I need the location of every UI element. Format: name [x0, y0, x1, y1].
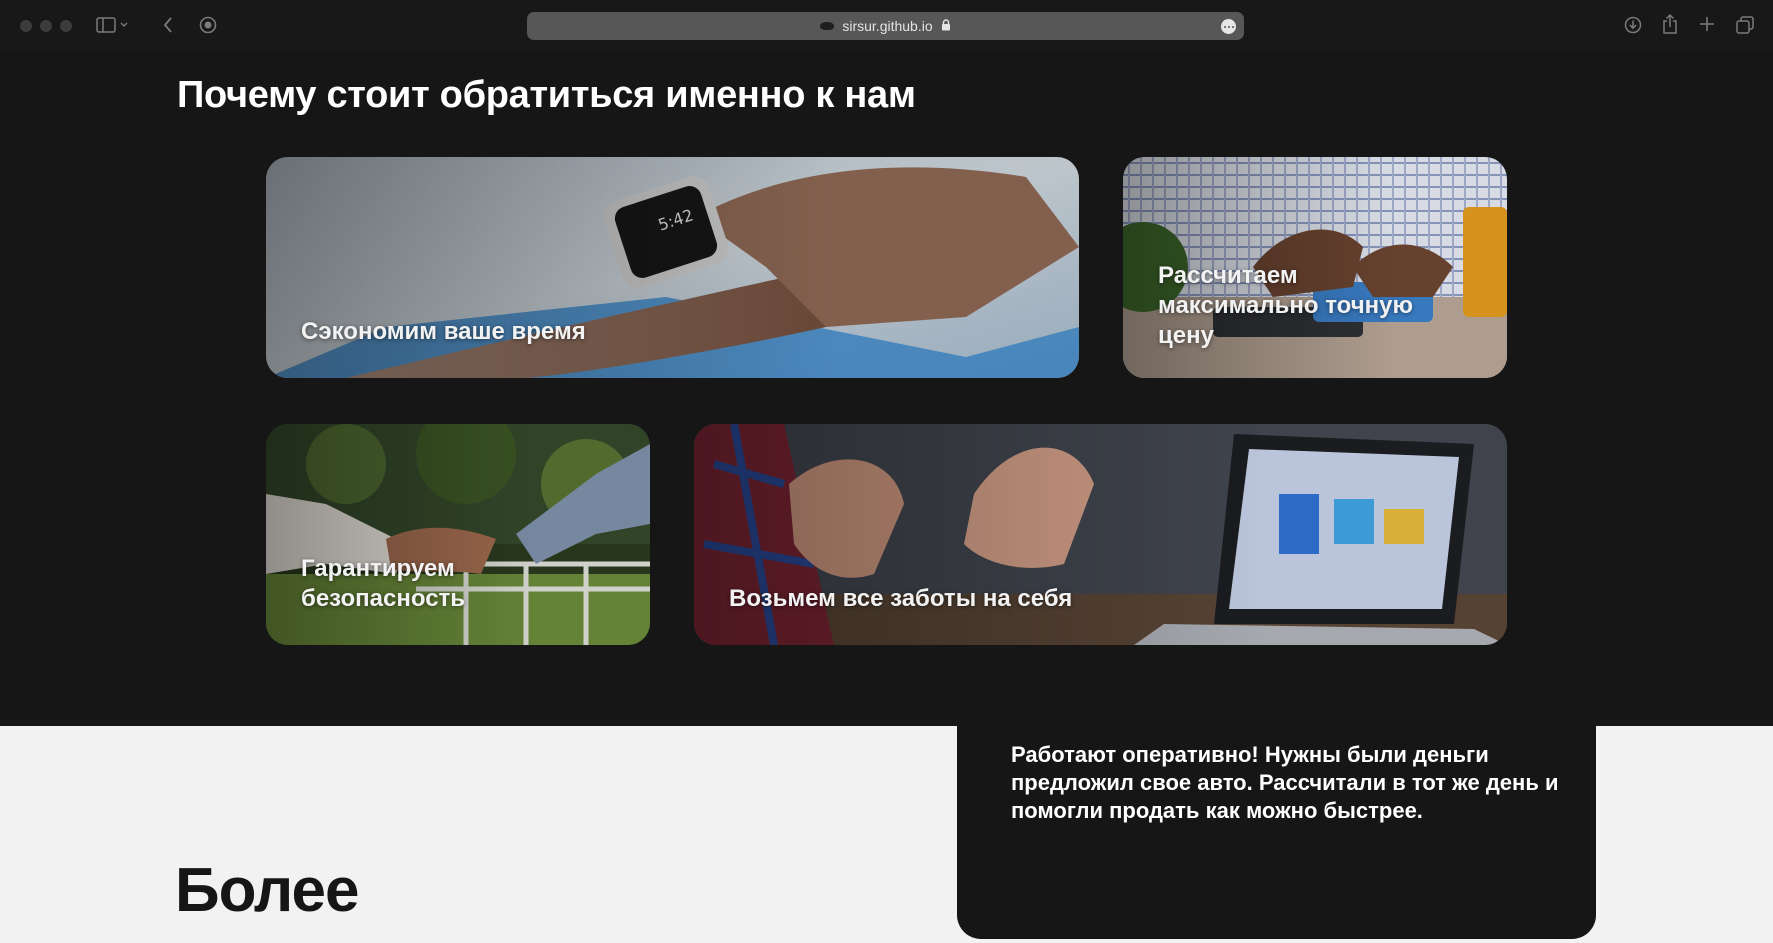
card-take-care[interactable]: Возьмем все заботы на себя — [694, 424, 1507, 645]
share-icon[interactable] — [1660, 13, 1680, 35]
minimize-window-button[interactable] — [40, 20, 52, 32]
section-title: Почему стоит обратиться именно к нам — [177, 74, 916, 116]
review-card: Работают оперативно! Нужны были деньги п… — [957, 726, 1596, 939]
close-window-button[interactable] — [20, 20, 32, 32]
zoom-window-button[interactable] — [60, 20, 72, 32]
review-text: Работают оперативно! Нужны были деньги п… — [1011, 742, 1559, 823]
plus-icon[interactable] — [1698, 15, 1716, 33]
card-label: Сэкономим ваше время — [301, 318, 586, 345]
sidebar-icon[interactable] — [96, 16, 130, 34]
address-bar[interactable]: sirsur.github.io — [527, 12, 1244, 40]
privacy-report-icon[interactable] — [198, 15, 218, 35]
more-heading: Более — [175, 856, 359, 925]
lock-icon — [941, 18, 951, 34]
more-icon[interactable] — [1221, 19, 1236, 34]
site-favicon-icon — [820, 22, 835, 30]
browser-toolbar: sirsur.github.io — [0, 0, 1773, 50]
download-icon[interactable] — [1623, 15, 1643, 35]
url-text: sirsur.github.io — [842, 18, 933, 34]
card-label: Рассчитаем максимально точную цену — [1158, 262, 1413, 349]
card-save-time[interactable]: 5:42 Сэкономим ваше время — [266, 157, 1079, 378]
card-label: Гарантируем безопасность — [301, 555, 466, 612]
card-safety[interactable]: Гарантируем безопасность — [266, 424, 650, 645]
card-label: Возьмем все заботы на себя — [729, 585, 1073, 612]
chevron-left-icon[interactable] — [160, 16, 176, 34]
tab-overview-icon[interactable] — [1735, 15, 1755, 35]
card-accurate-price[interactable]: Рассчитаем максимально точную цену — [1123, 157, 1507, 378]
advantages-section: Почему стоит обратиться именно к нам 5:4… — [0, 50, 1773, 726]
